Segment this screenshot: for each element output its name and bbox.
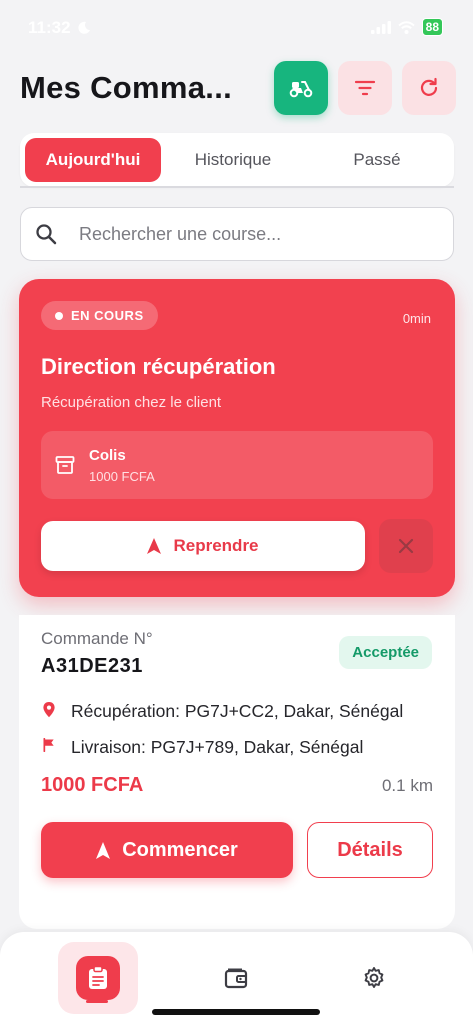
header-actions — [274, 61, 456, 115]
tab-history[interactable]: Historique — [161, 138, 305, 182]
order-distance: 0.1 km — [381, 775, 433, 795]
refresh-icon — [420, 77, 438, 96]
order-actions: Commencer Détails — [41, 822, 433, 878]
pickup-address-row: Récupération: PG7J+CC2, Dakar, Sénégal — [41, 698, 433, 724]
status-chip-label: EN COURS — [71, 308, 144, 323]
tab-past[interactable]: Passé — [305, 138, 449, 182]
order-card[interactable]: Commande N° A31DE231 Acceptée Récupérati… — [19, 615, 455, 929]
filter-icon — [354, 80, 376, 96]
package-icon — [55, 456, 75, 474]
package-info: Colis 1000 FCFA — [41, 431, 433, 499]
search-icon — [36, 224, 57, 245]
search-bar[interactable] — [20, 207, 454, 261]
nav-settings[interactable] — [334, 942, 414, 1014]
nav-orders[interactable] — [58, 942, 138, 1014]
delivery-subtitle: Récupération chez le client — [41, 394, 222, 411]
status-time: 11:32 — [28, 18, 91, 38]
resume-button[interactable]: Reprendre — [41, 521, 365, 571]
price-row: 1000 FCFA 0.1 km — [41, 774, 433, 797]
order-status-badge: Acceptée — [339, 636, 432, 669]
page-title: Mes Comma... — [20, 70, 233, 105]
status-dot — [55, 311, 63, 320]
tab-divider — [20, 186, 454, 188]
active-delivery-card[interactable]: EN COURS 0min Direction récupération Réc… — [19, 279, 455, 597]
details-button[interactable]: Détails — [307, 822, 433, 878]
tab-today[interactable]: Aujourd'hui — [25, 138, 161, 182]
nav-wallet[interactable] — [196, 942, 276, 1014]
wifi-icon — [397, 20, 415, 34]
header: Mes Comma... — [20, 60, 456, 116]
navigation-icon — [96, 841, 111, 859]
signal-icon — [370, 20, 391, 34]
tab-bar: Aujourd'hui Historique Passé — [20, 133, 454, 187]
home-indicator — [152, 1009, 320, 1015]
order-price: 1000 FCFA — [41, 774, 144, 796]
start-label: Commencer — [122, 838, 238, 861]
wallet-icon — [224, 968, 248, 989]
moon-icon — [77, 21, 90, 34]
elapsed-time: 0min — [402, 311, 431, 326]
dropoff-address-row: Livraison: PG7J+789, Dakar, Sénégal — [41, 734, 433, 760]
dismiss-button[interactable] — [379, 519, 433, 573]
active-nav-indicator — [86, 1000, 108, 1003]
status-time-text: 11:32 — [28, 18, 71, 37]
flag-icon — [43, 738, 54, 752]
delivery-title: Direction récupération — [41, 354, 276, 379]
refresh-button[interactable] — [402, 61, 456, 115]
resume-label: Reprendre — [173, 536, 259, 555]
orders-icon-container — [76, 956, 120, 1000]
status-bar: 11:32 88 — [0, 0, 473, 56]
dropoff-address: Livraison: PG7J+789, Dakar, Sénégal — [71, 737, 364, 757]
battery-indicator: 88 — [421, 18, 443, 36]
start-button[interactable]: Commencer — [41, 822, 293, 878]
pickup-address: Récupération: PG7J+CC2, Dakar, Sénégal — [71, 701, 404, 721]
status-chip: EN COURS — [41, 301, 158, 330]
status-indicators: 88 — [370, 18, 443, 36]
active-card-actions: Reprendre — [41, 519, 433, 573]
gear-icon — [364, 967, 384, 988]
filter-button[interactable] — [338, 61, 392, 115]
clipboard-icon — [89, 966, 107, 989]
search-input[interactable] — [79, 223, 419, 245]
delivery-mode-button[interactable] — [274, 61, 328, 115]
close-icon — [398, 538, 414, 554]
location-pin-icon — [43, 702, 55, 718]
navigation-icon — [147, 538, 162, 554]
scooter-icon — [289, 81, 313, 98]
package-text: Colis 1000 FCFA — [89, 447, 155, 484]
package-price: 1000 FCFA — [89, 468, 155, 484]
package-type: Colis — [89, 446, 126, 464]
